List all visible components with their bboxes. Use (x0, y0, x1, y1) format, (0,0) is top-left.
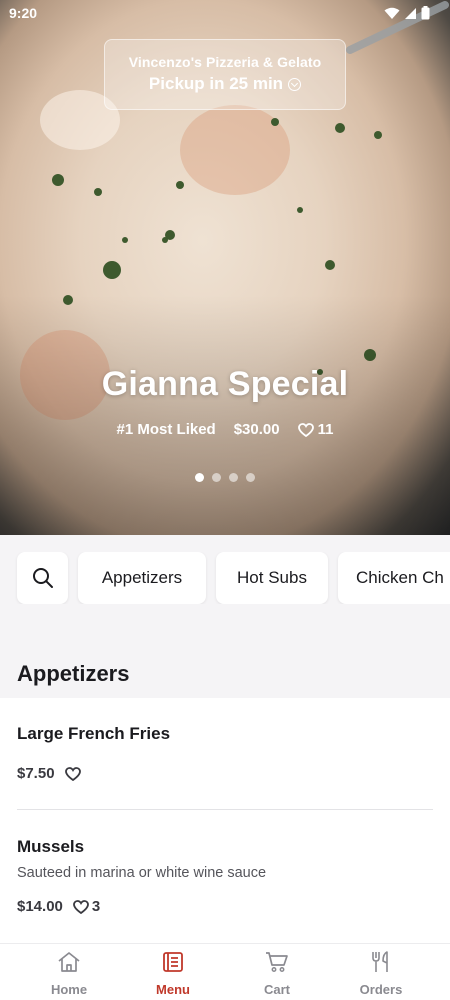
battery-icon (421, 6, 430, 20)
nav-cart[interactable]: Cart (227, 950, 327, 997)
category-tab-label: Appetizers (101, 568, 183, 587)
carousel-dot[interactable] (212, 473, 221, 482)
nav-orders-label: Orders (359, 982, 403, 997)
menu-book-icon (163, 952, 183, 972)
divider (17, 809, 433, 810)
cart-icon (266, 952, 288, 972)
featured-badge: #1 Most Liked (116, 421, 216, 438)
carousel-dot[interactable] (229, 473, 238, 482)
category-tab-appetizers[interactable]: Appetizers (78, 552, 206, 604)
nav-cart-label: Cart (263, 982, 290, 997)
carousel-dot[interactable] (195, 473, 204, 482)
pickup-time-row: Pickup in 25 min (105, 74, 345, 94)
menu-item-likes-count: 3 (91, 898, 101, 915)
nav-menu[interactable]: Menu (123, 950, 223, 997)
pickup-time: Pickup in 25 min (148, 74, 284, 93)
menu-search-button[interactable] (17, 552, 68, 604)
section-title: Appetizers (17, 661, 130, 686)
featured-likes: 11 (297, 421, 334, 438)
menu-item[interactable]: Large French Fries $7.50 (17, 724, 433, 782)
nav-orders[interactable]: Orders (331, 950, 431, 997)
carousel-dot[interactable] (246, 473, 255, 482)
heart-icon (297, 422, 314, 437)
featured-title: Gianna Special (101, 365, 349, 403)
featured-likes-count: 11 (317, 421, 334, 438)
menu-item-description: Sauteed in marina or white wine sauce (17, 865, 267, 881)
carousel-dots (0, 473, 450, 482)
menu-item-list: Large French Fries $7.50 Mussels Sauteed… (0, 698, 450, 943)
heart-icon (72, 899, 89, 914)
wifi-icon (384, 7, 400, 19)
chevron-down-icon (288, 77, 302, 91)
menu-item-like-button[interactable]: 3 (72, 898, 101, 915)
menu-item-price-row: $7.50 (17, 765, 433, 782)
status-bar: 9:20 (0, 0, 450, 28)
utensils-icon (372, 951, 388, 972)
featured-item[interactable]: Gianna Special #1 Most Liked $30.00 11 (0, 365, 450, 438)
menu-item-name: Large French Fries (17, 724, 171, 743)
menu-item-like-button[interactable] (64, 766, 81, 781)
signal-icon (405, 7, 416, 19)
menu-item-price: $14.00 (17, 898, 63, 915)
featured-price: $30.00 (233, 421, 280, 438)
nav-home-label: Home (50, 982, 88, 997)
featured-meta: #1 Most Liked $30.00 11 (0, 421, 450, 438)
bottom-navigation: Home Menu Cart Orders (0, 943, 450, 1000)
menu-item-price-row: $14.00 3 (17, 898, 433, 915)
category-tab-hot-subs[interactable]: Hot Subs (216, 552, 328, 604)
status-time: 9:20 (9, 5, 38, 21)
category-tabs: Appetizers Hot Subs Chicken Ch (0, 552, 450, 604)
store-pickup-selector[interactable]: Vincenzo's Pizzeria & Gelato Pickup in 2… (104, 39, 346, 110)
menu-item-price: $7.50 (17, 765, 55, 782)
store-name: Vincenzo's Pizzeria & Gelato (128, 54, 322, 70)
category-tab-label: Hot Subs (237, 568, 307, 587)
home-icon (58, 952, 80, 972)
nav-menu-label: Menu (156, 982, 190, 997)
category-tab-label: Chicken Ch (356, 568, 444, 587)
category-tab-chicken[interactable]: Chicken Ch (338, 552, 450, 604)
search-icon (32, 568, 53, 588)
heart-icon (64, 766, 81, 781)
menu-item[interactable]: Mussels Sauteed in marina or white wine … (17, 837, 433, 915)
nav-home[interactable]: Home (19, 950, 119, 997)
menu-item-name: Mussels (17, 837, 85, 856)
